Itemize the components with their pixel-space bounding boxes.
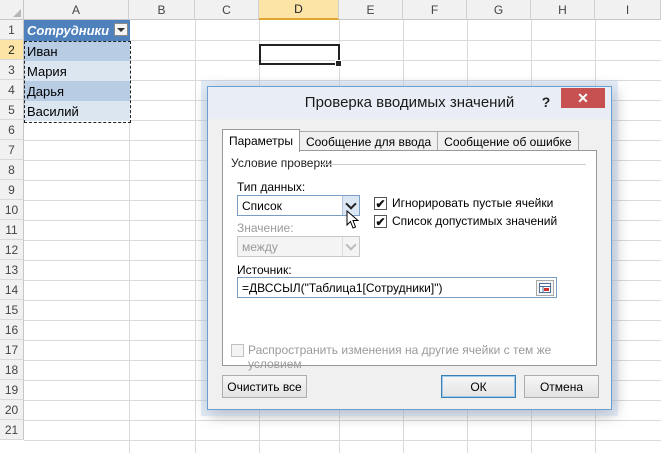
table-cell[interactable]: Иван (24, 41, 130, 61)
data-type-value: Список (242, 198, 282, 213)
ignore-blank-checkbox[interactable]: ✔ (374, 197, 387, 210)
row-header[interactable]: 13 (0, 260, 24, 280)
table-cell[interactable]: Василий (24, 101, 130, 121)
range-select-icon[interactable] (536, 280, 554, 296)
column-header-a[interactable]: A (24, 0, 129, 20)
chevron-down-icon (342, 237, 359, 256)
tab-error-alert[interactable]: Сообщение об ошибке (437, 131, 579, 151)
column-header-e[interactable]: E (339, 0, 403, 20)
ignore-blank-label[interactable]: Игнорировать пустые ячейки (392, 196, 553, 210)
row-header[interactable]: 10 (0, 200, 24, 220)
select-all-corner[interactable] (0, 0, 24, 20)
data-type-select[interactable]: Список (237, 195, 360, 216)
in-cell-dropdown-label[interactable]: Список допустимых значений (392, 214, 557, 228)
row-header[interactable]: 20 (0, 400, 24, 420)
value-label: Значение: (237, 221, 294, 235)
close-button[interactable]: ✕ (561, 88, 605, 108)
column-header-f[interactable]: F (403, 0, 467, 20)
source-value: =ДВССЫЛ("Таблица1[Сотрудники]") (242, 280, 443, 295)
row-header[interactable]: 1 (0, 20, 24, 40)
ok-button[interactable]: ОК (441, 375, 516, 398)
row-headers: 1 2 3 4 5 6 7 8 9 10 11 12 13 14 15 16 1… (0, 20, 24, 440)
row-header[interactable]: 8 (0, 160, 24, 180)
data-type-label-text: Тип данных: (237, 180, 306, 194)
row-header[interactable]: 2 (0, 40, 24, 60)
filter-dropdown-icon[interactable] (114, 23, 128, 36)
row-header[interactable]: 14 (0, 280, 24, 300)
group-divider (321, 164, 586, 165)
in-cell-dropdown-checkbox[interactable]: ✔ (374, 215, 387, 228)
row-header[interactable]: 3 (0, 60, 24, 80)
table-cell[interactable]: Дарья (24, 81, 130, 101)
data-type-label: Тип данных: (237, 180, 305, 194)
operator-value: между (242, 239, 278, 254)
row-header[interactable]: 12 (0, 240, 24, 260)
row-header[interactable]: 17 (0, 340, 24, 360)
check-icon: ✔ (375, 214, 386, 229)
row-header[interactable]: 9 (0, 180, 24, 200)
cancel-button[interactable]: Отмена (524, 375, 599, 398)
dialog-tabs: Параметры Сообщение для ввода Сообщение … (222, 129, 579, 152)
mouse-pointer-icon (346, 209, 360, 233)
row-header[interactable]: 11 (0, 220, 24, 240)
row-header[interactable]: 7 (0, 140, 24, 160)
dialog-titlebar[interactable]: Проверка вводимых значений ? ✕ (208, 87, 611, 119)
check-icon: ✔ (375, 196, 386, 211)
table-header-cell[interactable]: Сотрудники (24, 20, 130, 41)
row-header[interactable]: 6 (0, 120, 24, 140)
column-header-i[interactable]: I (595, 0, 661, 20)
column-header-b[interactable]: B (129, 0, 195, 20)
row-header[interactable]: 5 (0, 100, 24, 120)
row-header[interactable]: 15 (0, 300, 24, 320)
column-header-h[interactable]: H (531, 0, 595, 20)
column-header-c[interactable]: C (195, 0, 259, 20)
column-header-g[interactable]: G (467, 0, 531, 20)
source-label: Источник: (237, 263, 292, 277)
help-button[interactable]: ? (536, 92, 556, 112)
apply-all-label: Распространить изменения на другие ячейк… (248, 343, 552, 371)
row-header[interactable]: 16 (0, 320, 24, 340)
row-header[interactable]: 21 (0, 420, 24, 440)
active-cell-d2[interactable] (259, 44, 342, 67)
column-headers: A B C D E F G H I (24, 0, 661, 20)
row-header[interactable]: 4 (0, 80, 24, 100)
validation-criteria-label: Условие проверки (231, 156, 333, 170)
data-validation-dialog: Проверка вводимых значений ? ✕ Параметры… (207, 86, 612, 410)
operator-select: между (237, 236, 360, 257)
table-header-text: Сотрудники (27, 23, 110, 38)
settings-pane: Условие проверки Тип данных: Список Знач… (222, 150, 597, 371)
source-input[interactable]: =ДВССЫЛ("Таблица1[Сотрудники]") (237, 277, 557, 298)
row-header[interactable]: 19 (0, 380, 24, 400)
tab-input-message[interactable]: Сообщение для ввода (298, 131, 439, 151)
tab-settings[interactable]: Параметры (222, 129, 300, 152)
row-header[interactable]: 18 (0, 360, 24, 380)
table-cell[interactable]: Мария (24, 61, 130, 81)
apply-all-checkbox (231, 344, 244, 357)
clear-all-button[interactable]: Очистить все (222, 375, 307, 398)
column-header-d[interactable]: D (259, 0, 339, 20)
